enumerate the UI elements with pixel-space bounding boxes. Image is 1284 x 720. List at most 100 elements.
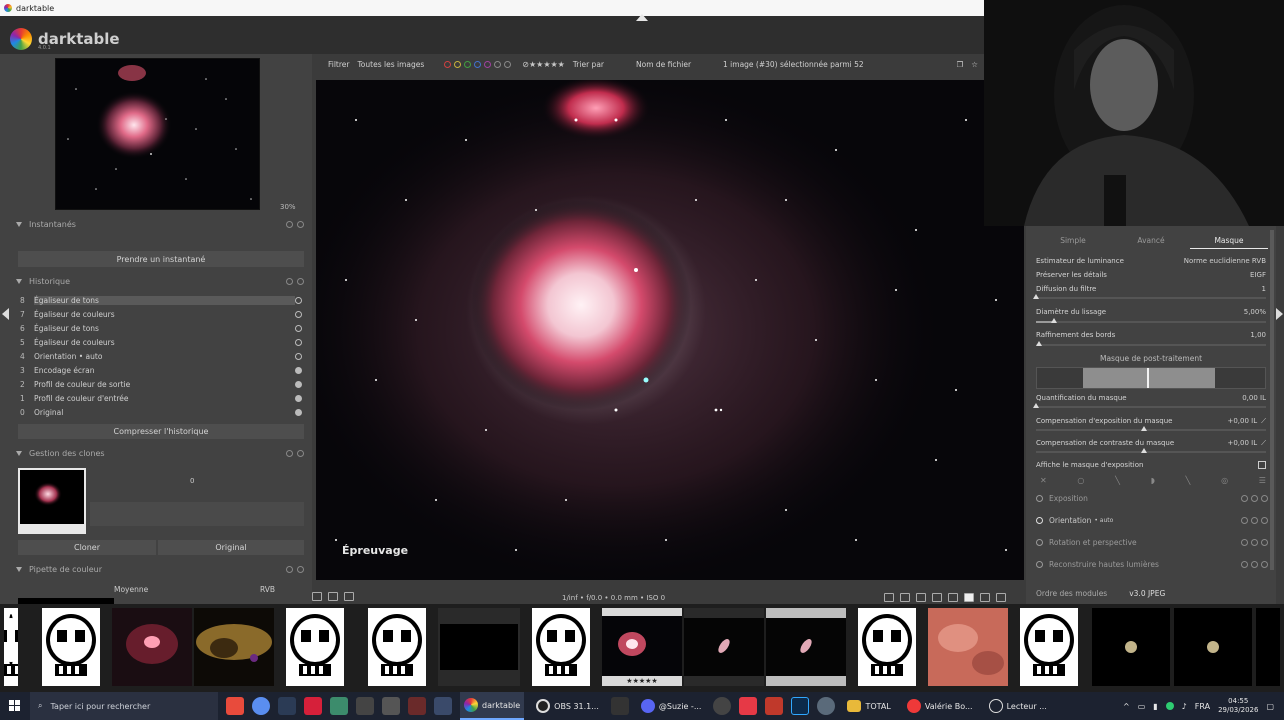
- app-icon[interactable]: [817, 697, 836, 715]
- mask-quantization-slider[interactable]: [1033, 403, 1266, 408]
- app-icon[interactable]: [356, 697, 374, 715]
- reset-icon[interactable]: [286, 565, 293, 573]
- right-panel-scrollbar[interactable]: [1270, 230, 1274, 570]
- color-assessment-icon[interactable]: [900, 593, 910, 602]
- taskbar-discord[interactable]: @Suzie -...: [637, 692, 706, 720]
- redo-icon[interactable]: [328, 592, 338, 601]
- center-image-view[interactable]: [316, 80, 1024, 580]
- clipping-icon[interactable]: [932, 593, 942, 602]
- yellow-label-icon[interactable]: [454, 60, 462, 68]
- warning-icon[interactable]: [980, 593, 990, 602]
- filmstrip-thumb[interactable]: [368, 608, 426, 686]
- gray-label-icon[interactable]: [494, 60, 502, 68]
- slider-knob[interactable]: [1141, 448, 1147, 453]
- gray-label-icon[interactable]: [504, 60, 512, 68]
- module-highlight-reconstruction[interactable]: Reconstruire hautes lumières: [1036, 557, 1268, 571]
- power-icon[interactable]: [1036, 560, 1043, 568]
- filmstrip-thumb[interactable]: [42, 608, 100, 686]
- sort-select[interactable]: Nom de fichier: [636, 60, 691, 69]
- filmstrip-thumb[interactable]: [532, 608, 590, 686]
- history-header[interactable]: Historique: [16, 274, 304, 288]
- history-item[interactable]: 0 Original: [20, 405, 306, 419]
- presets-icon[interactable]: [1261, 538, 1268, 546]
- show-mask-row[interactable]: Affiche le masque d'exposition: [1036, 461, 1266, 469]
- color-picker-header[interactable]: Pipette de couleur: [16, 562, 304, 576]
- blend-menu-icon[interactable]: ☰: [1259, 476, 1266, 485]
- filmstrip-thumb[interactable]: [684, 608, 764, 686]
- filter-diffusion-slider[interactable]: [1033, 294, 1266, 299]
- app-icon[interactable]: [382, 697, 400, 715]
- edges-refinement-value[interactable]: 1,00: [1250, 331, 1266, 339]
- luminance-estimator-value[interactable]: Norme euclidienne RVB: [1184, 257, 1266, 265]
- app-icon[interactable]: [330, 697, 348, 715]
- preserve-details-value[interactable]: EIGF: [1250, 271, 1266, 279]
- module-exposure[interactable]: Exposition: [1036, 491, 1268, 505]
- history-item[interactable]: 5 Égaliseur de couleurs: [20, 335, 306, 349]
- multi-instance-icon[interactable]: [1241, 560, 1248, 568]
- color-picker-space[interactable]: RVB: [260, 585, 275, 594]
- compress-history-button[interactable]: Compresser l'historique: [18, 424, 304, 439]
- styles-icon[interactable]: [344, 592, 354, 601]
- app-icon[interactable]: [304, 697, 322, 715]
- filmstrip-thumb[interactable]: [286, 608, 344, 686]
- reset-icon[interactable]: [286, 277, 293, 285]
- tab-simple[interactable]: Simple: [1034, 236, 1112, 249]
- mask-quantization-value[interactable]: 0,00 IL: [1242, 394, 1266, 402]
- color-picker-mode[interactable]: Moyenne: [114, 585, 148, 594]
- language-indicator[interactable]: FRA: [1195, 702, 1210, 711]
- left-panel-toggle-arrow[interactable]: [2, 308, 9, 320]
- blue-label-icon[interactable]: [474, 60, 482, 68]
- module-orientation[interactable]: Orientation • auto: [1036, 513, 1268, 527]
- top-panel-toggle-arrow[interactable]: [636, 14, 648, 21]
- mask-quantization-row[interactable]: Quantification du masque 0,00 IL: [1036, 394, 1266, 402]
- clone-thumbnail[interactable]: [18, 468, 86, 534]
- purple-label-icon[interactable]: [484, 60, 492, 68]
- original-button[interactable]: Original: [158, 540, 304, 555]
- history-item[interactable]: 8 Égaliseur de tons: [20, 293, 306, 307]
- multi-instance-icon[interactable]: [1241, 516, 1248, 524]
- blend-off-icon[interactable]: ✕: [1040, 476, 1047, 485]
- module-rotation-perspective[interactable]: Rotation et perspective: [1036, 535, 1268, 549]
- presets-icon[interactable]: [1261, 560, 1268, 568]
- filmstrip-thumb[interactable]: [928, 608, 1008, 686]
- mask-exposure-comp-slider[interactable]: [1036, 426, 1266, 431]
- app-icon[interactable]: [610, 697, 629, 715]
- slider-knob[interactable]: [1036, 341, 1042, 346]
- multi-instance-icon[interactable]: [1241, 538, 1248, 546]
- blend-combined-icon[interactable]: ╲: [1186, 476, 1191, 485]
- snapshots-header[interactable]: Instantanés: [16, 217, 304, 231]
- focus-peaking-icon[interactable]: [884, 593, 894, 602]
- filmstrip-thumb[interactable]: [112, 608, 192, 686]
- taskbar-media-player[interactable]: Lecteur ...: [985, 692, 1051, 720]
- app-icon[interactable]: [739, 697, 758, 715]
- filmstrip-thumb[interactable]: [194, 608, 274, 686]
- softproof-icon[interactable]: [948, 593, 958, 602]
- presets-icon[interactable]: [297, 449, 304, 457]
- app-icon[interactable]: [765, 697, 784, 715]
- show-mask-toggle[interactable]: [1258, 461, 1266, 469]
- presets-icon[interactable]: [1261, 494, 1268, 502]
- start-button[interactable]: [0, 692, 30, 720]
- raw-overexposed-icon[interactable]: [916, 593, 926, 602]
- history-item[interactable]: 7 Égaliseur de couleurs: [20, 307, 306, 321]
- browser-icon[interactable]: [252, 697, 270, 715]
- chevron-up-icon[interactable]: ^: [1123, 702, 1130, 711]
- rating-filter[interactable]: ⊘★★★★★: [522, 60, 565, 69]
- filmstrip-thumb[interactable]: [1092, 608, 1170, 686]
- power-icon[interactable]: [1036, 538, 1043, 546]
- clone-button[interactable]: Cloner: [18, 540, 156, 555]
- filmstrip-thumb[interactable]: [4, 608, 18, 686]
- history-item[interactable]: 2 Profil de couleur de sortie: [20, 377, 306, 391]
- mask-contrast-comp-slider[interactable]: [1036, 448, 1266, 453]
- filmstrip-thumb[interactable]: [1174, 608, 1252, 686]
- taskbar-darktable[interactable]: darktable: [460, 692, 525, 720]
- star-outline-icon[interactable]: ☆: [971, 60, 978, 69]
- mask-exposure-comp-value[interactable]: +0,00 IL: [1227, 417, 1257, 426]
- taskbar-vivaldi[interactable]: Valérie Bo...: [903, 692, 977, 720]
- reset-icon[interactable]: [1251, 538, 1258, 546]
- undo-icon[interactable]: [312, 592, 322, 601]
- taskbar-total[interactable]: TOTAL: [843, 692, 894, 720]
- edges-refinement-slider[interactable]: [1036, 341, 1266, 346]
- slider-knob[interactable]: [1033, 403, 1039, 408]
- reset-icon[interactable]: [1251, 560, 1258, 568]
